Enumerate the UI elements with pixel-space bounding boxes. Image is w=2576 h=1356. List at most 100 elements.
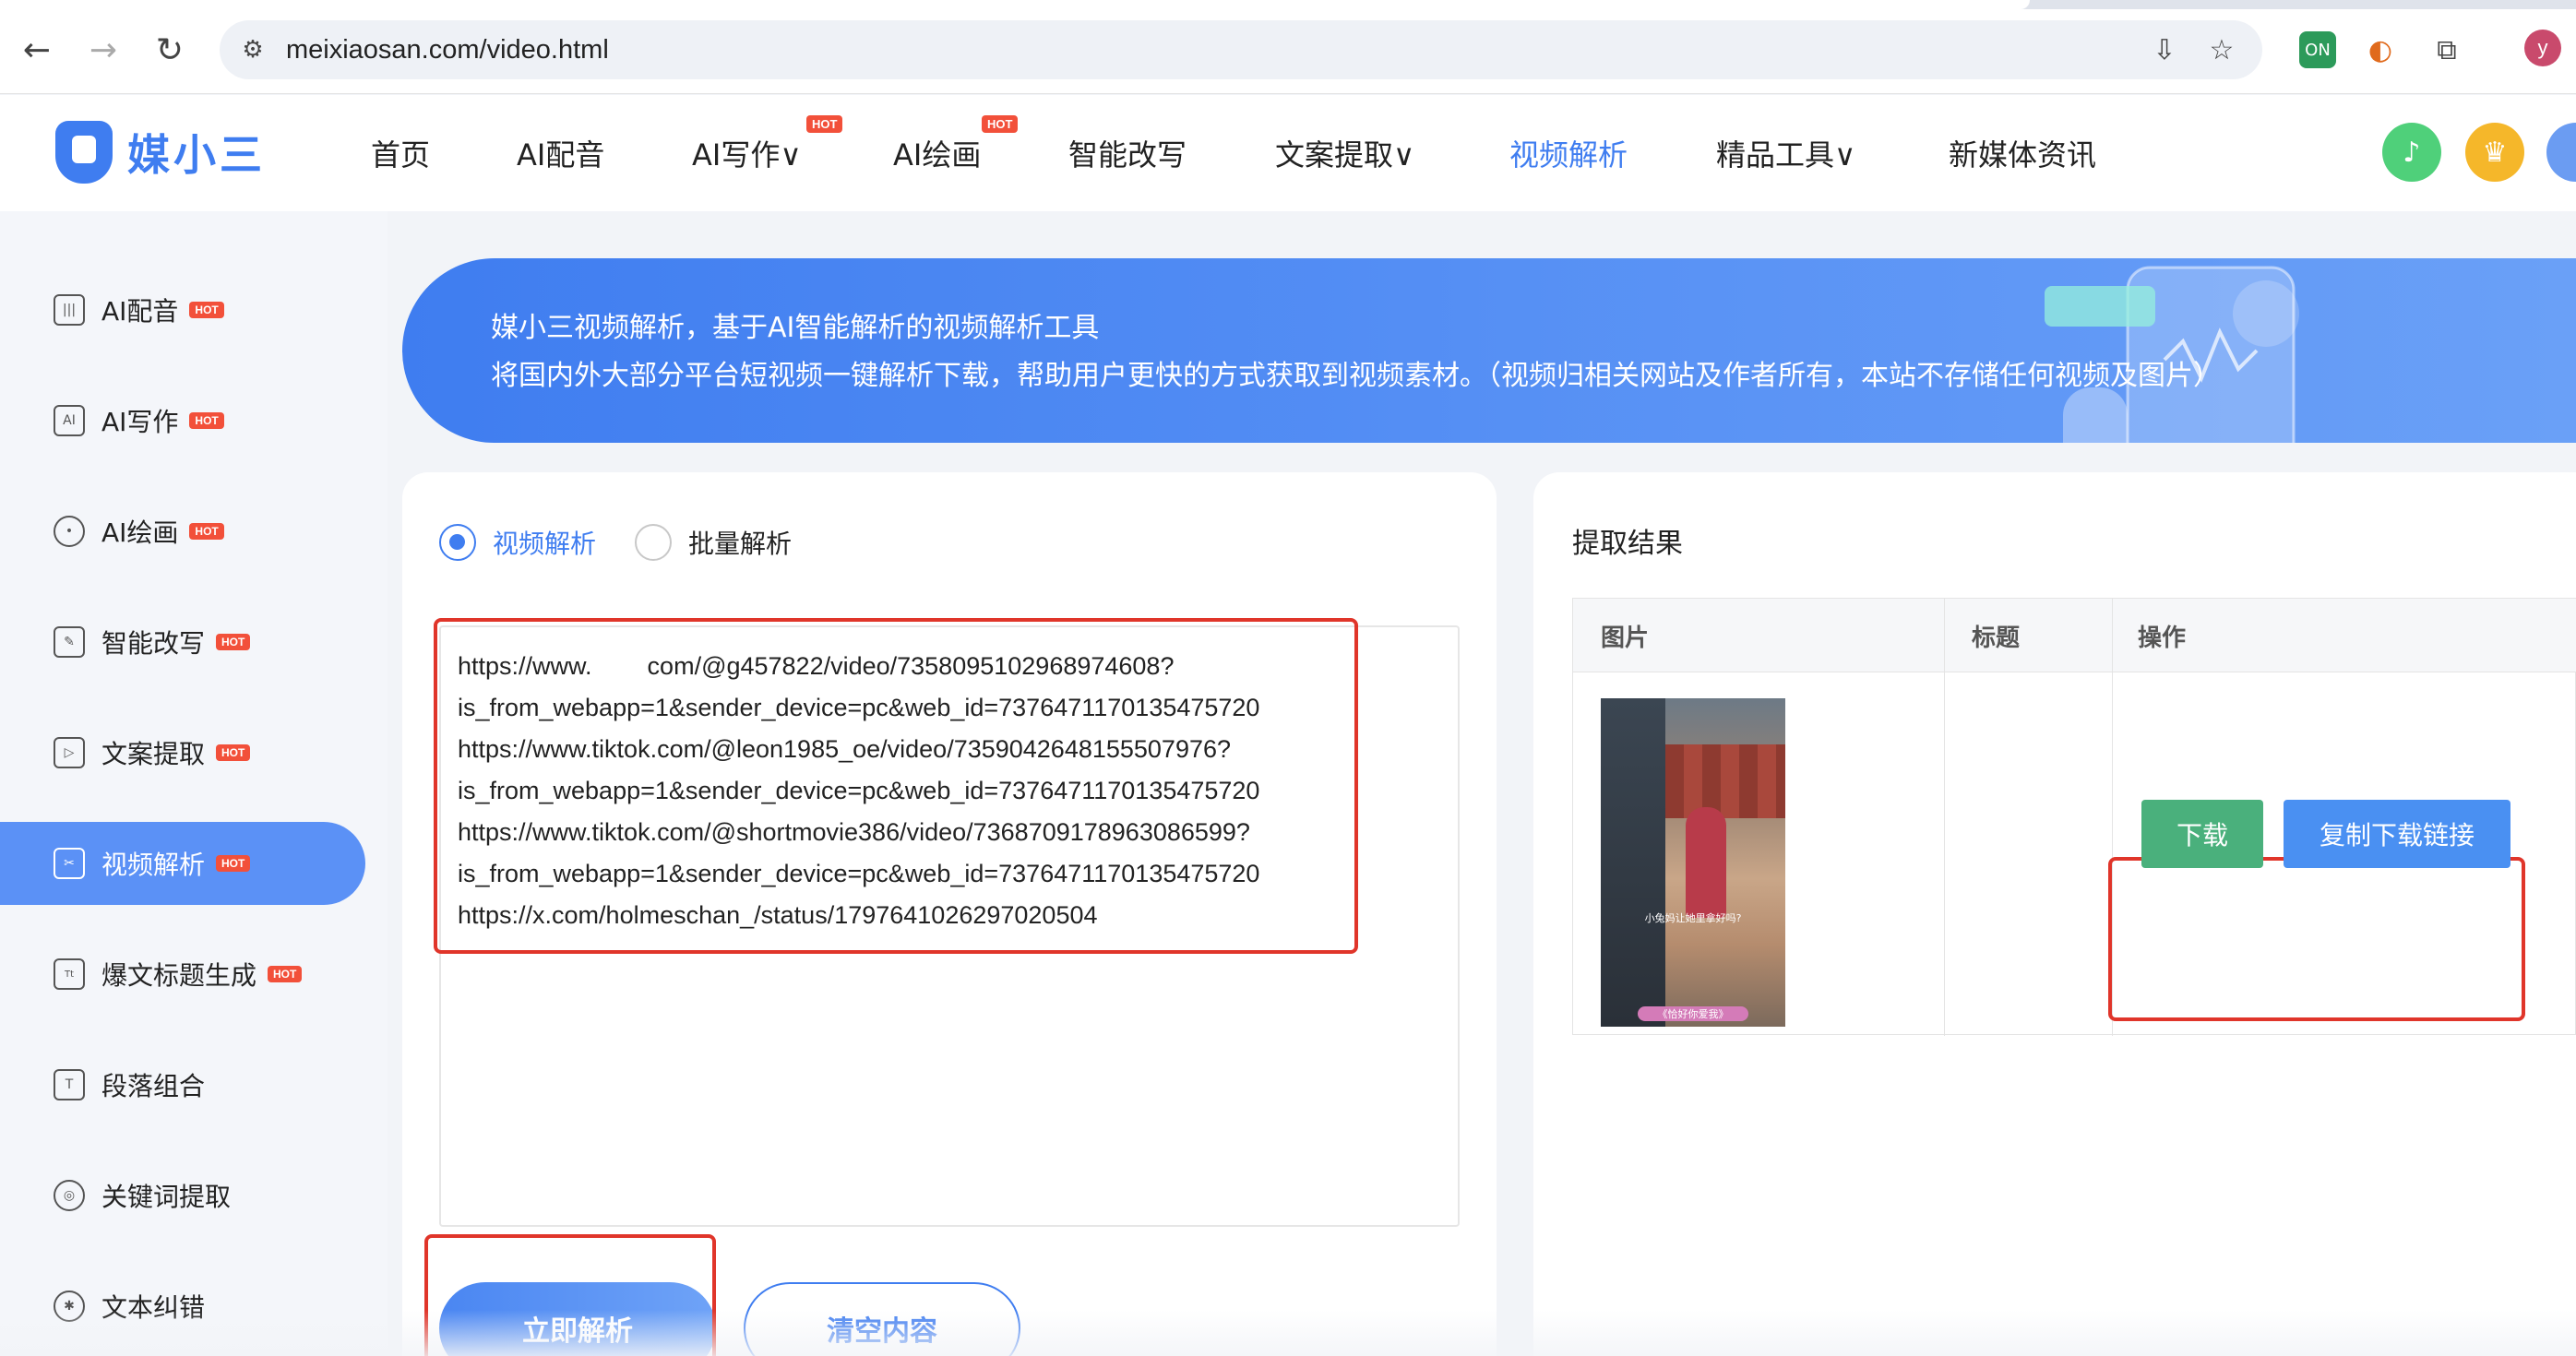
- thumbnail-child: [1686, 807, 1726, 918]
- extensions-puzzle-icon[interactable]: ⧉: [2428, 31, 2465, 68]
- nav-ai-writing[interactable]: AI写作∨: [692, 132, 802, 174]
- sidebar: ||| AI配音 HOT AI AI写作 HOT • AI绘画 HOT ✎ 智能…: [0, 211, 388, 1356]
- sidebar-item-keyword-extract[interactable]: ◎ 关键词提取: [0, 1154, 365, 1237]
- site-info-icon[interactable]: ⚙: [238, 35, 268, 65]
- bug-icon: ✱: [54, 1291, 85, 1322]
- address-bar[interactable]: ⚙ meixiaosan.com/video.html ⇩ ☆: [220, 20, 2262, 79]
- nav-home[interactable]: 首页: [371, 132, 430, 174]
- text-box-icon: T: [54, 1069, 85, 1100]
- sidebar-item-paragraph-combine[interactable]: T 段落组合: [0, 1043, 365, 1126]
- ai-write-icon: AI: [54, 405, 85, 436]
- nav-copy-extract[interactable]: 文案提取∨: [1275, 132, 1414, 174]
- video-parse-icon: ✂: [54, 848, 85, 879]
- waveform-icon: |||: [54, 294, 85, 326]
- highlight-box-parse-button: [424, 1234, 716, 1356]
- sidebar-item-label: 视频解析: [101, 850, 206, 880]
- palette-icon: •: [54, 516, 85, 547]
- site-header: 媒小三 首页 AI配音 AI写作∨ HOT AI绘画 HOT 智能改写 文案提取…: [0, 95, 2576, 211]
- hot-badge: HOT: [189, 302, 224, 318]
- back-arrow-icon[interactable]: ←: [15, 28, 59, 72]
- nav-ai-drawing-label: AI绘画: [893, 137, 982, 172]
- bookmark-star-icon[interactable]: ☆: [2205, 33, 2238, 66]
- nav-ai-writing-label: AI写作: [692, 137, 781, 172]
- sidebar-item-label: AI配音: [101, 296, 179, 327]
- sidebar-item-text-correction[interactable]: ✱ 文本纠错: [0, 1265, 365, 1348]
- thumbnail-door: [1601, 698, 1665, 1027]
- sidebar-item-video-parse[interactable]: ✂ 视频解析 HOT: [0, 822, 365, 905]
- chevron-down-icon: ∨: [1393, 137, 1415, 172]
- sidebar-item-ai-dubbing[interactable]: ||| AI配音 HOT: [0, 268, 365, 351]
- logo-mark-icon: [55, 121, 113, 184]
- sidebar-item-label: AI写作: [101, 407, 179, 437]
- sidebar-item-copy-extract[interactable]: ▷ 文案提取 HOT: [0, 711, 365, 794]
- edit-icon: ✎: [54, 626, 85, 658]
- url-text: meixiaosan.com/video.html: [286, 35, 609, 65]
- nav-media-news[interactable]: 新媒体资讯: [1949, 132, 2096, 174]
- sidebar-item-label: 文案提取: [101, 739, 206, 769]
- extension-swirl-icon[interactable]: ◐: [2362, 31, 2399, 68]
- nav-video-parse-label: 视频解析: [1509, 137, 1628, 172]
- chevron-down-icon: ∨: [780, 137, 802, 172]
- bell-icon[interactable]: ♪: [2382, 123, 2441, 182]
- video-extract-icon: ▷: [54, 737, 85, 768]
- hot-badge: HOT: [806, 115, 843, 133]
- download-button[interactable]: 下载: [2141, 800, 2263, 868]
- sidebar-item-label: AI绘画: [101, 517, 179, 548]
- site-logo[interactable]: 媒小三: [55, 117, 266, 187]
- thumbnail-wall: [1665, 744, 1785, 818]
- nav-premium-tools[interactable]: 精品工具∨: [1716, 132, 1855, 174]
- nav-ai-dubbing-label: AI配音: [517, 137, 605, 172]
- reload-icon[interactable]: ↻: [148, 28, 192, 72]
- user-avatar-icon[interactable]: [2546, 123, 2576, 182]
- extension-on-icon[interactable]: ON: [2299, 31, 2336, 68]
- highlight-box-actions: [2108, 857, 2525, 1021]
- sidebar-item-label: 段落组合: [101, 1071, 206, 1101]
- clear-content-button[interactable]: 清空内容: [744, 1282, 1020, 1356]
- result-title: 提取结果: [1572, 528, 1683, 560]
- sidebar-item-title-generator[interactable]: Tt 爆文标题生成 HOT: [0, 933, 365, 1016]
- nav-video-parse[interactable]: 视频解析: [1509, 132, 1628, 174]
- hot-badge: HOT: [216, 634, 251, 650]
- title-icon: Tt: [54, 958, 85, 990]
- nav-media-news-label: 新媒体资讯: [1949, 137, 2097, 172]
- sidebar-item-label: 关键词提取: [101, 1182, 232, 1212]
- nav-copy-extract-label: 文案提取: [1275, 137, 1394, 172]
- hot-badge: HOT: [189, 523, 224, 540]
- crown-icon[interactable]: ♛: [2465, 123, 2524, 182]
- sidebar-item-smart-rewrite[interactable]: ✎ 智能改写 HOT: [0, 601, 365, 684]
- column-header-title: 标题: [1972, 624, 2021, 652]
- column-divider: [1944, 599, 1945, 1036]
- thumbnail-tag: 《恰好你爱我》: [1638, 1006, 1748, 1021]
- video-thumbnail[interactable]: 小兔妈让她里拿好吗? 《恰好你爱我》: [1601, 698, 1785, 1027]
- radio-single-parse[interactable]: 视频解析: [439, 524, 596, 561]
- radio-unchecked-icon: [635, 524, 672, 561]
- sidebar-item-ai-writing[interactable]: AI AI写作 HOT: [0, 379, 365, 462]
- sidebar-item-label: 智能改写: [101, 628, 206, 659]
- sidebar-item-label: 爆文标题生成: [101, 960, 257, 991]
- nav-ai-drawing[interactable]: AI绘画: [893, 132, 981, 174]
- active-tab[interactable]: [0, 0, 2030, 9]
- radio-checked-icon: [439, 524, 476, 561]
- target-icon: ◎: [54, 1180, 85, 1211]
- nav-smart-rewrite[interactable]: 智能改写: [1068, 132, 1187, 174]
- extension-badge: ON: [2305, 40, 2331, 60]
- forward-arrow-icon[interactable]: →: [81, 28, 125, 72]
- phone-illustration-icon: [2045, 266, 2299, 443]
- copy-download-link-button[interactable]: 复制下载链接: [2284, 800, 2510, 868]
- banner-title: 媒小三视频解析，基于AI智能解析的视频解析工具: [491, 312, 1100, 344]
- result-table: 图片 标题 操作 小兔妈让她里拿好吗? 《恰好你爱我》 下载 复制下载链接: [1572, 598, 2576, 1036]
- radio-label: 批量解析: [688, 529, 793, 559]
- profile-avatar[interactable]: y: [2524, 30, 2561, 66]
- install-app-icon[interactable]: ⇩: [2148, 33, 2181, 66]
- thumbnail-caption: 小兔妈让她里拿好吗?: [1644, 912, 1742, 924]
- sidebar-item-ai-drawing[interactable]: • AI绘画 HOT: [0, 490, 365, 573]
- nav-ai-dubbing[interactable]: AI配音: [517, 132, 604, 174]
- banner-description: 将国内外大部分平台短视频一键解析下载，帮助用户更快的方式获取到视频素材。（视频归…: [491, 360, 2221, 392]
- column-header-actions: 操作: [2138, 624, 2187, 652]
- radio-label: 视频解析: [493, 529, 597, 559]
- parse-input-panel: 视频解析 批量解析 https://www. com/@g457822/vide…: [402, 472, 1497, 1356]
- nav-home-label: 首页: [371, 137, 431, 172]
- radio-batch-parse[interactable]: 批量解析: [635, 524, 792, 561]
- nav-premium-tools-label: 精品工具: [1716, 137, 1835, 172]
- hot-badge: HOT: [216, 855, 251, 872]
